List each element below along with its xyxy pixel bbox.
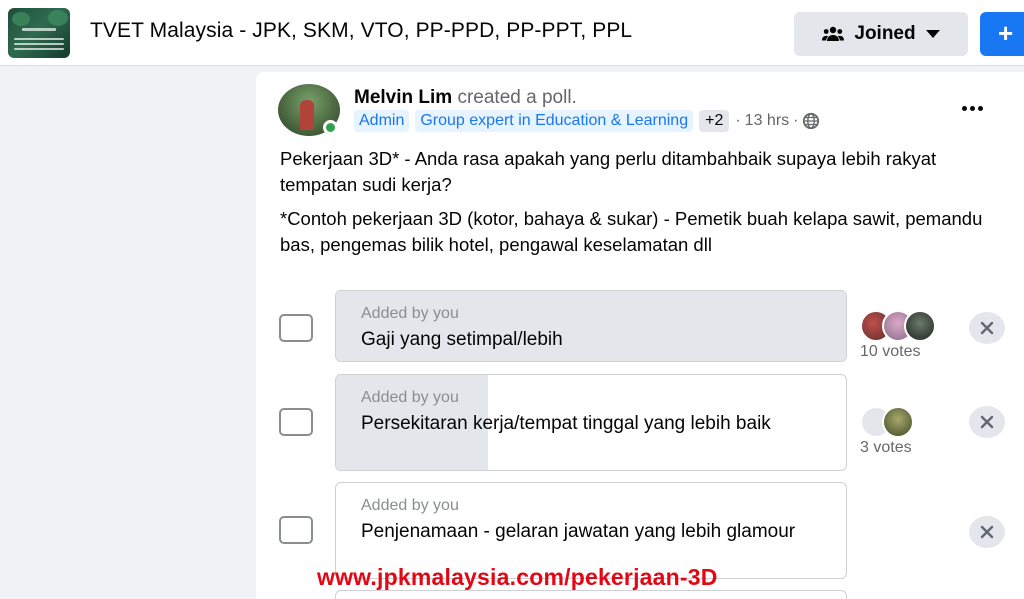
poll-option-checkbox[interactable] — [279, 314, 313, 342]
meta-separator: · — [735, 112, 741, 129]
poll-option-votes[interactable]: 3 votes — [860, 439, 912, 457]
poll-option-added-by: Added by you — [361, 389, 459, 406]
badge-admin[interactable]: Admin — [354, 110, 410, 132]
remove-option-button[interactable] — [969, 406, 1005, 438]
badge-more[interactable]: +2 — [699, 110, 730, 132]
group-cover-thumbnail[interactable] — [8, 8, 70, 58]
remove-option-button[interactable] — [969, 516, 1005, 548]
group-people-icon — [822, 26, 845, 41]
source-watermark: www.jpkmalaysia.com/pekerjaan-3D — [317, 564, 718, 590]
author-name[interactable]: Melvin Lim — [354, 87, 452, 108]
poll-option-added-by: Added by you — [361, 497, 459, 514]
poll-option-checkbox[interactable] — [279, 408, 313, 436]
group-header: TVET Malaysia - JPK, SKM, VTO, PP-PPD, P… — [0, 0, 1024, 66]
online-status-dot — [323, 120, 338, 135]
poll-option-label: Penjenamaan - gelaran jawatan yang lebih… — [361, 521, 796, 542]
post-time[interactable]: 13 hrs — [745, 112, 789, 130]
thumbnail-leaf — [12, 12, 30, 26]
poll-option-added-by: Added by you — [361, 305, 459, 322]
author-action: created a poll. — [457, 87, 577, 108]
post-body-example: *Contoh pekerjaan 3D (kotor, bahaya & su… — [280, 208, 983, 255]
voter-avatar — [904, 310, 936, 342]
poll-option-voters[interactable] — [860, 406, 914, 438]
more-options-button[interactable] — [952, 94, 992, 122]
close-icon — [980, 415, 994, 429]
joined-button[interactable]: Joined — [794, 12, 968, 56]
poll-option-voters[interactable] — [860, 310, 936, 342]
joined-label: Joined — [854, 23, 916, 44]
invite-add-button[interactable]: + — [980, 12, 1024, 56]
thumbnail-text — [22, 28, 56, 31]
close-icon — [980, 321, 994, 335]
author-line: Melvin Lim created a poll. — [354, 87, 577, 109]
thumbnail-leaf — [48, 10, 68, 26]
poll-option[interactable] — [335, 590, 847, 599]
badge-group-expert[interactable]: Group expert in Education & Learning — [415, 110, 694, 132]
more-horizontal-icon — [961, 105, 967, 111]
poll-option-votes[interactable]: 10 votes — [860, 343, 920, 361]
more-horizontal-icon — [977, 105, 983, 111]
thumbnail-text — [14, 38, 64, 40]
thumbnail-text — [14, 48, 64, 50]
poll-option-checkbox[interactable] — [279, 516, 313, 544]
group-title[interactable]: TVET Malaysia - JPK, SKM, VTO, PP-PPD, P… — [90, 19, 632, 43]
voter-avatar — [882, 406, 914, 438]
thumbnail-text — [14, 43, 64, 45]
post-body-question: Pekerjaan 3D* - Anda rasa apakah yang pe… — [280, 148, 937, 195]
poll-option-label: Gaji yang setimpal/lebih — [361, 329, 563, 350]
poll-option-label: Persekitaran kerja/tempat tinggal yang l… — [361, 413, 771, 434]
caret-down-icon — [925, 30, 940, 38]
poll-option[interactable]: Added by you Gaji yang setimpal/lebih — [335, 290, 847, 362]
poll-option[interactable]: Added by you Persekitaran kerja/tempat t… — [335, 374, 847, 471]
globe-icon[interactable] — [802, 112, 820, 130]
plus-icon: + — [998, 18, 1014, 48]
close-icon — [980, 525, 994, 539]
meta-separator: · — [793, 112, 799, 129]
avatar-person — [300, 100, 314, 130]
post-meta: · 13 hrs · — [735, 112, 820, 130]
author-badges: Admin Group expert in Education & Learni… — [354, 110, 820, 132]
more-horizontal-icon — [969, 105, 975, 111]
remove-option-button[interactable] — [969, 312, 1005, 344]
